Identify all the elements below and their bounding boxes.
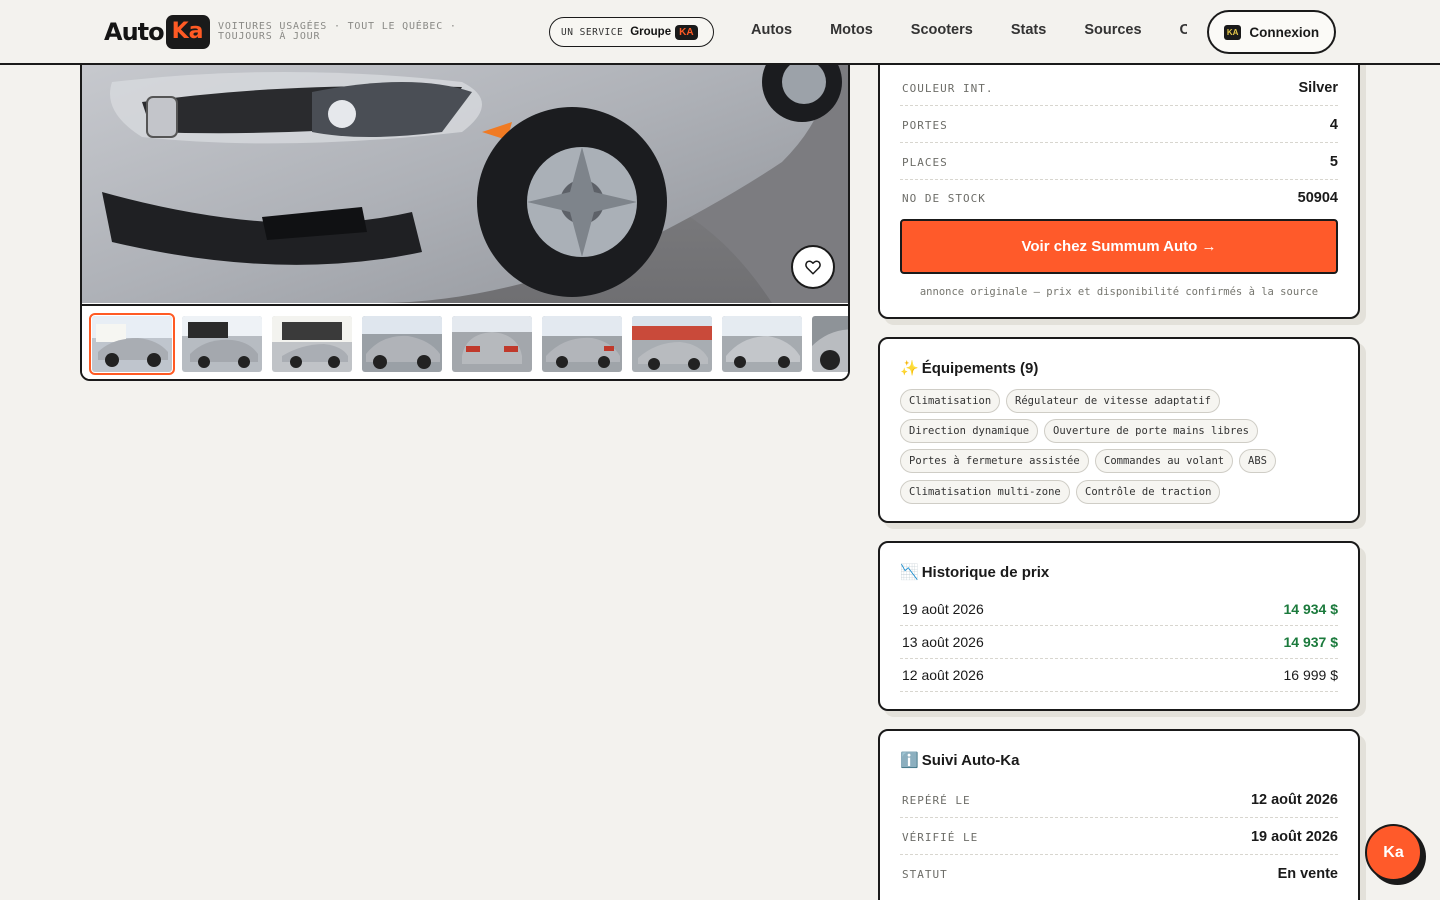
sparkles-icon: ✨ (900, 360, 919, 377)
nav-motos[interactable]: Motos (830, 22, 873, 38)
equipment-title: ✨ Équipements (9) (900, 359, 1039, 378)
spec-row: NO DE STOCK 50904 (900, 179, 1338, 216)
price-date: 13 août 2026 (902, 634, 984, 650)
thumbnail-4[interactable] (362, 316, 442, 372)
price-date: 12 août 2026 (902, 667, 984, 683)
thumbnail-image (452, 316, 532, 372)
spec-value: 4 (1329, 117, 1338, 133)
heart-icon (805, 260, 821, 275)
groupe-ka-badge: KA (675, 24, 698, 40)
tracking-row: REPÉRÉ LE 12 août 2026 (900, 781, 1338, 818)
login-label: Connexion (1249, 24, 1320, 40)
equipment-chip: Régulateur de vitesse adaptatif (1006, 389, 1220, 413)
nav-stats[interactable]: Stats (1011, 22, 1046, 38)
main-car-photo[interactable] (82, 42, 848, 303)
tracking-value: 12 août 2026 (1250, 792, 1338, 808)
thumbnail-image (182, 316, 262, 372)
spec-label: COULEUR INT. (902, 82, 994, 95)
price-value: 14 934 $ (1283, 601, 1339, 617)
thumbnail-3[interactable] (272, 316, 352, 372)
nav-sources[interactable]: Sources (1084, 22, 1141, 38)
photo-gallery (80, 40, 850, 381)
login-ka-icon: KA (1223, 24, 1242, 40)
thumbnail-strip (82, 304, 848, 379)
price-date: 19 août 2026 (902, 601, 984, 617)
autoka-logo[interactable]: Auto Ka (104, 15, 210, 49)
price-value: 16 999 $ (1283, 667, 1339, 683)
equipment-chip: ABS (1239, 449, 1276, 473)
thumbnail-image (722, 316, 802, 372)
thumbnail-6[interactable] (542, 316, 622, 372)
thumbnail-1[interactable] (89, 313, 175, 375)
spec-value: 50904 (1297, 190, 1338, 206)
thumbnail-image (362, 316, 442, 372)
site-tagline: VOITURES USAGÉES · TOUT LE QUÉBEC · TOUJ… (218, 21, 457, 42)
ka-assistant-button[interactable]: Ka (1365, 824, 1422, 881)
tracking-label: STATUT (902, 868, 948, 881)
nav-scooters[interactable]: Scooters (911, 22, 973, 38)
spec-label: NO DE STOCK (902, 192, 986, 205)
vehicle-specs-card: COULEUR INT. Silver PORTES 4 PLACES 5 NO… (878, 40, 1360, 319)
info-icon: ℹ️ (900, 752, 919, 769)
equipment-chip: Commandes au volant (1095, 449, 1234, 473)
equipment-chip: Direction dynamique (900, 419, 1039, 443)
tracking-title: ℹ️ Suivi Auto-Ka (900, 751, 1020, 770)
spec-row: PLACES 5 (900, 143, 1338, 180)
price-history-title-text: Historique de prix (921, 563, 1050, 581)
thumbnail-8[interactable] (722, 316, 802, 372)
tracking-value: En vente (1277, 866, 1338, 882)
spec-label: PLACES (902, 156, 948, 169)
spec-value: 5 (1329, 154, 1338, 170)
source-disclaimer: annonce originale — prix et disponibilit… (919, 286, 1319, 298)
service-group-name: Groupe (630, 26, 672, 38)
tracking-value: 19 août 2026 (1250, 829, 1338, 845)
thumbnail-image (542, 316, 622, 372)
thumbnail-image (272, 316, 352, 372)
equipment-chip: Climatisation (900, 389, 1001, 413)
equipment-card: ✨ Équipements (9) Climatisation Régulate… (878, 337, 1360, 523)
favorite-button[interactable] (791, 245, 835, 289)
thumbnail-image (632, 316, 712, 372)
price-history-row: 13 août 2026 14 937 $ (900, 626, 1338, 659)
nav-autos[interactable]: Autos (751, 22, 792, 38)
chart-down-icon: 📉 (900, 564, 919, 581)
tracking-row: STATUT En vente (900, 855, 1338, 892)
thumbnail-image (92, 316, 172, 372)
groupe-ka-service-pill[interactable]: UN SERVICE Groupe KA (549, 17, 714, 47)
thumbnail-9[interactable] (812, 316, 848, 372)
nav-overflow-item[interactable]: Co (1180, 22, 1187, 38)
equipment-chip: Ouverture de porte mains libres (1044, 419, 1258, 443)
tracking-label: REPÉRÉ LE (902, 794, 971, 807)
equipment-chip: Portes à fermeture assistée (900, 449, 1089, 473)
spec-label: PORTES (902, 119, 948, 132)
equipment-title-text: Équipements (9) (921, 359, 1039, 377)
spec-row: PORTES 4 (900, 106, 1338, 143)
tracking-title-text: Suivi Auto-Ka (921, 751, 1020, 769)
tracking-label: VÉRIFIÉ LE (902, 831, 979, 844)
spec-row: COULEUR INT. Silver (900, 69, 1338, 106)
site-header: Auto Ka VOITURES USAGÉES · TOUT LE QUÉBE… (0, 0, 1440, 65)
thumbnail-7[interactable] (632, 316, 712, 372)
thumbnail-5[interactable] (452, 316, 532, 372)
service-prefix: UN SERVICE (561, 26, 624, 38)
spec-value: Silver (1298, 80, 1339, 96)
price-history-card: 📉 Historique de prix 19 août 2026 14 934… (878, 541, 1360, 711)
car-photo-illustration (82, 42, 848, 303)
logo-wordmark: Auto (104, 18, 165, 46)
tracking-row: VÉRIFIÉ LE 19 août 2026 (900, 818, 1338, 855)
equipment-chip: Contrôle de traction (1076, 480, 1221, 504)
tracking-card: ℹ️ Suivi Auto-Ka REPÉRÉ LE 12 août 2026 … (878, 729, 1360, 900)
logo-ka-badge: Ka (165, 15, 210, 49)
login-button[interactable]: KA Connexion (1207, 10, 1336, 54)
thumbnail-2[interactable] (182, 316, 262, 372)
price-history-row: 12 août 2026 16 999 $ (900, 659, 1338, 692)
price-history-title: 📉 Historique de prix (900, 563, 1050, 582)
thumbnail-image (812, 316, 848, 372)
equipment-chip: Climatisation multi-zone (900, 480, 1070, 504)
price-history-row: 19 août 2026 14 934 $ (900, 593, 1338, 626)
view-at-dealer-button[interactable]: Voir chez Summum Auto → (900, 219, 1338, 274)
main-nav: Autos Motos Scooters Stats Sources Co (751, 22, 1187, 38)
price-value: 14 937 $ (1283, 634, 1339, 650)
